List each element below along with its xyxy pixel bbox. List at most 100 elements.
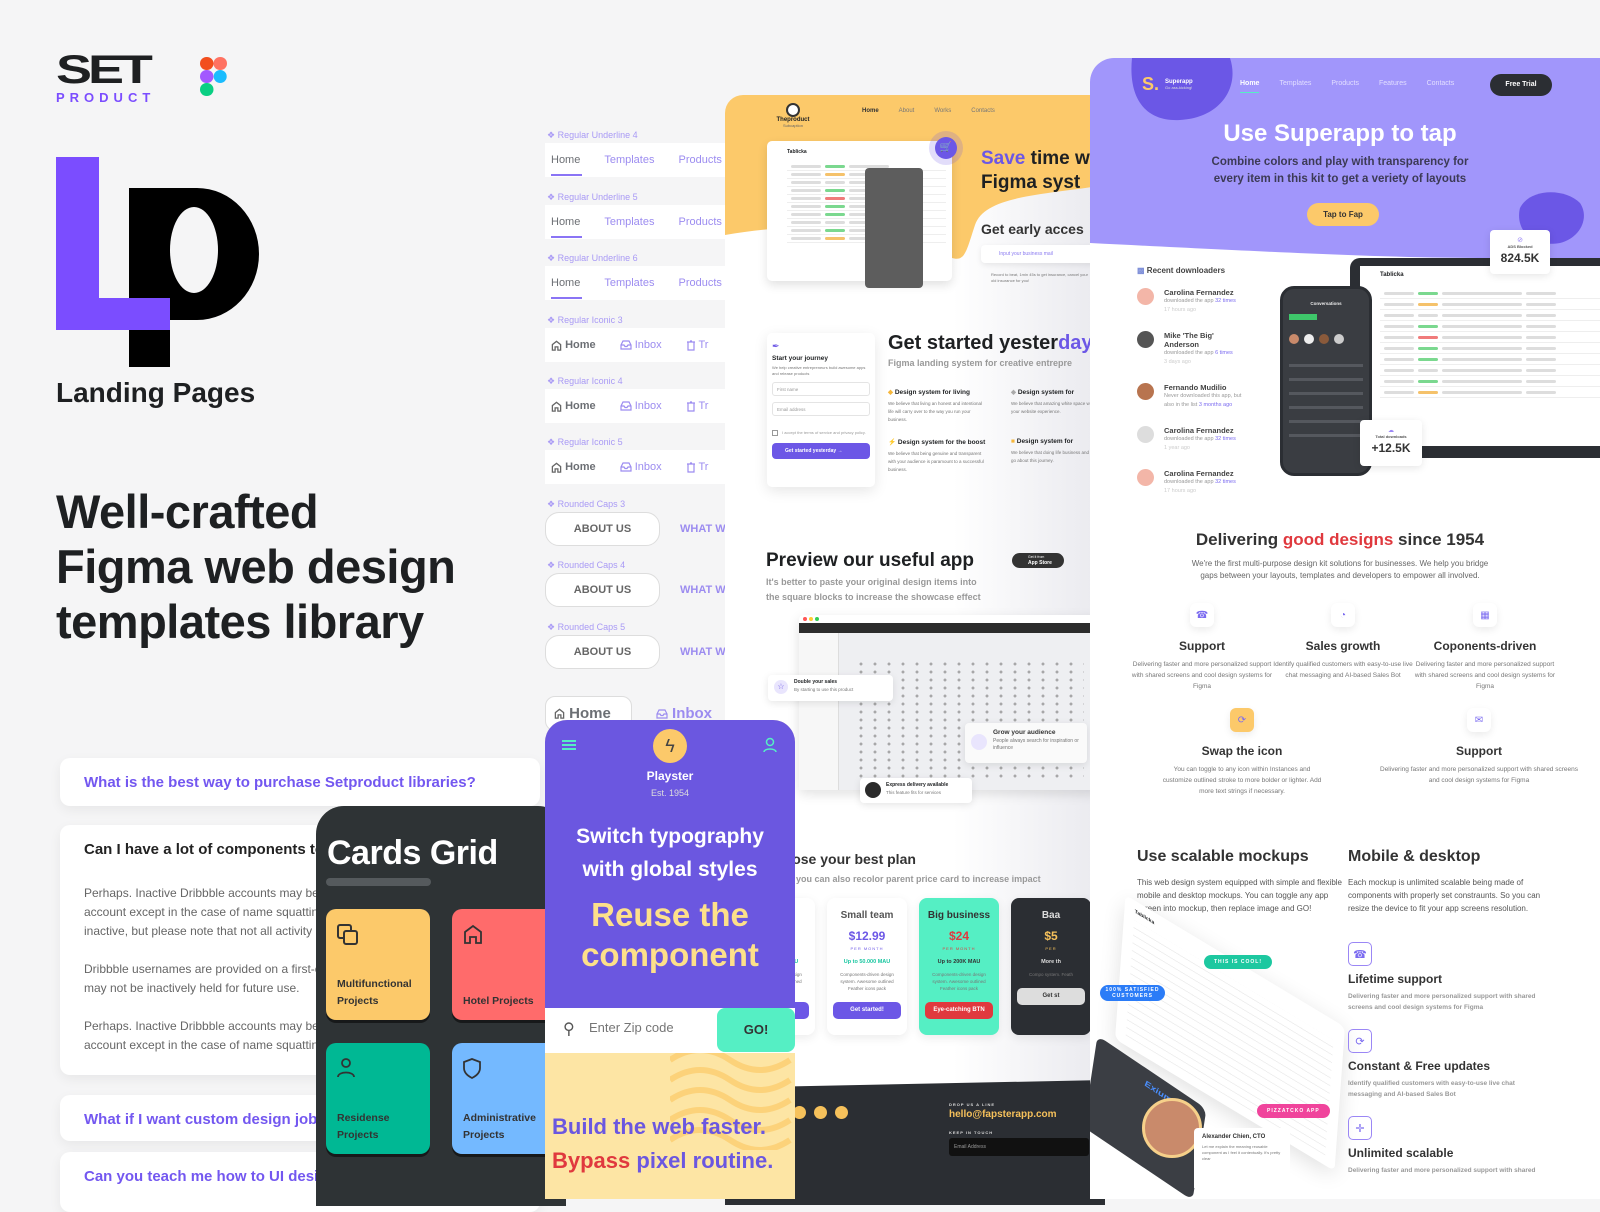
tab-products[interactable]: Products: [678, 216, 721, 228]
playster-subheading: Reuse the component: [581, 896, 759, 973]
tab-home[interactable]: Home: [551, 461, 596, 473]
tab-about-us[interactable]: ABOUT US: [545, 512, 660, 546]
cards-grid-title: Cards Grid: [327, 834, 498, 872]
tab-about-us[interactable]: ABOUT US: [545, 635, 660, 669]
pricing-card: Big business $24 PER MONTH Up to 200K MA…: [919, 898, 999, 1035]
tap-to-fap-button[interactable]: Tap to Fap: [1307, 203, 1379, 226]
downloader-item[interactable]: Carolina Fernandez downloaded the app 32 …: [1137, 469, 1247, 496]
tab-trash[interactable]: Tr: [686, 339, 708, 351]
tab-products[interactable]: Products: [678, 277, 721, 289]
nav-home[interactable]: Home: [862, 108, 879, 114]
twitter-icon[interactable]: [835, 1106, 848, 1119]
tab-trash[interactable]: Tr: [686, 400, 708, 412]
phone-mockup: Conversations: [1280, 286, 1372, 476]
tab-home[interactable]: Home: [551, 154, 583, 176]
tab-what-we-do[interactable]: WHAT W: [680, 523, 726, 535]
nav-templates[interactable]: Templates: [1279, 80, 1311, 93]
go-button[interactable]: GO!: [717, 1008, 795, 1052]
inbox-icon: [620, 462, 632, 472]
faq-item[interactable]: What is the best way to purchase Setprod…: [60, 758, 540, 806]
avatar: [1137, 383, 1154, 400]
plan-button[interactable]: Get st: [1017, 988, 1085, 1005]
tab-home[interactable]: Home: [551, 400, 596, 412]
tab-templates[interactable]: Templates: [604, 277, 654, 289]
playster-brand: Playster: [646, 769, 694, 783]
home-icon: [554, 708, 565, 719]
tab-products[interactable]: Products: [678, 154, 721, 166]
playster-heading: Switch typography with global styles: [576, 825, 764, 881]
downloader-item[interactable]: Fernando Mudilio Never downloaded this ap…: [1137, 383, 1247, 410]
nav-contacts[interactable]: Contacts: [1427, 80, 1455, 93]
downloader-item[interactable]: Mike 'The Big' Anderson downloaded the ap…: [1137, 331, 1247, 367]
tab-home[interactable]: Home: [551, 339, 596, 351]
superapp-subtitle: Combine colors and play with transparenc…: [1211, 156, 1469, 185]
app-store-button[interactable]: Get it from App Store: [1012, 553, 1064, 568]
delivering-subtitle: We're the first multi-purpose design kit…: [1191, 559, 1489, 580]
tab-templates[interactable]: Templates: [604, 154, 654, 166]
toast-grow-audience: Grow your audience People always search f…: [965, 723, 1087, 763]
project-card[interactable]: Residense Projects: [326, 1043, 430, 1154]
instagram-icon[interactable]: [814, 1106, 827, 1119]
move-icon: ✛: [1355, 1122, 1365, 1135]
feather-icon: ✒: [772, 341, 780, 351]
nav-variant: Home Templates Products: [545, 143, 745, 177]
nav-home[interactable]: Home: [1240, 80, 1260, 93]
variant-label: ❖ Regular Underline 4: [547, 130, 638, 140]
table-mockup: Tablicka: [767, 141, 952, 281]
variant-label: ❖ Rounded Caps 5: [547, 622, 626, 632]
tab-inbox[interactable]: Inbox: [620, 400, 662, 412]
nav-contacts[interactable]: Contacts: [971, 108, 995, 114]
get-started-button[interactable]: Get started yesterday →: [772, 443, 870, 459]
nav-features[interactable]: Features: [1379, 80, 1407, 93]
tab-trash[interactable]: Tr: [686, 461, 708, 473]
first-name-input[interactable]: First name: [772, 382, 870, 396]
project-card[interactable]: Hotel Projects: [452, 909, 556, 1020]
variant-label: ❖ Rounded Caps 3: [547, 499, 626, 509]
zip-code-input[interactable]: [589, 1020, 709, 1035]
nav-variant: Home Templates Products: [545, 266, 745, 300]
downloader-item[interactable]: Carolina Fernandez downloaded the app 32 …: [1137, 288, 1247, 315]
avatar: [1137, 469, 1154, 486]
newsletter-email-input[interactable]: Email Address: [949, 1138, 1089, 1156]
headline: Well-crafted Figma web design templates …: [56, 485, 456, 648]
figma-icon: [200, 57, 227, 96]
variant-label: ❖ Regular Iconic 5: [547, 437, 623, 447]
project-card[interactable]: Administrative Projects: [452, 1043, 556, 1154]
contact-email[interactable]: hello@fapsterapp.com: [949, 1109, 1057, 1120]
tab-inbox[interactable]: Inbox: [620, 339, 662, 351]
search-icon: ⚲: [563, 1021, 575, 1038]
nav-about[interactable]: About: [899, 108, 915, 114]
superapp-logo[interactable]: S. Superapp Go ass-kicking!: [1142, 74, 1193, 95]
recent-downloaders-title: ▩ Recent downloaders: [1137, 266, 1226, 275]
tab-inbox[interactable]: Inbox: [620, 461, 662, 473]
get-started-subtitle: Figma landing system for creative entrep…: [888, 358, 1073, 368]
tab-inbox[interactable]: Inbox: [656, 705, 712, 722]
free-trial-button[interactable]: Free Trial: [1490, 74, 1552, 96]
plan-button[interactable]: Get started!: [833, 1002, 901, 1019]
plan-button[interactable]: Eye-catching BTN: [925, 1002, 993, 1019]
tab-what-we-do[interactable]: WHAT W: [680, 584, 726, 596]
user-icon[interactable]: [763, 737, 777, 753]
menu-icon[interactable]: [562, 740, 576, 750]
tab-about-us[interactable]: ABOUT US: [545, 573, 660, 607]
cart-button[interactable]: 🛒: [935, 137, 957, 159]
project-card[interactable]: Multifunctional Projects: [326, 909, 430, 1020]
mockups-desc: This web design system equipped with sim…: [1137, 878, 1342, 913]
downloader-item[interactable]: Carolina Fernandez downloaded the app 32 …: [1137, 426, 1247, 453]
theproduct-logo[interactable]: Theproduct Subcaption: [773, 103, 813, 128]
business-mail-input[interactable]: Input your business mail: [981, 245, 1101, 263]
nav-variant: ABOUT US WHAT W: [545, 512, 745, 546]
title-underline: [326, 878, 431, 886]
tab-home[interactable]: Home: [551, 216, 583, 238]
tab-what-we-do[interactable]: WHAT W: [680, 646, 726, 658]
avatar: [1137, 331, 1154, 348]
nav-works[interactable]: Works: [934, 108, 951, 114]
email-input[interactable]: Email address: [772, 402, 870, 416]
preview-title: Preview our useful app: [766, 550, 974, 571]
tab-templates[interactable]: Templates: [604, 216, 654, 228]
tab-home[interactable]: Home: [551, 277, 583, 299]
avatar: [1137, 288, 1154, 305]
nav-products[interactable]: Products: [1331, 80, 1359, 93]
figma-app-screenshot: [799, 615, 1099, 790]
terms-checkbox[interactable]: I accept the terms of service and privac…: [772, 430, 870, 436]
